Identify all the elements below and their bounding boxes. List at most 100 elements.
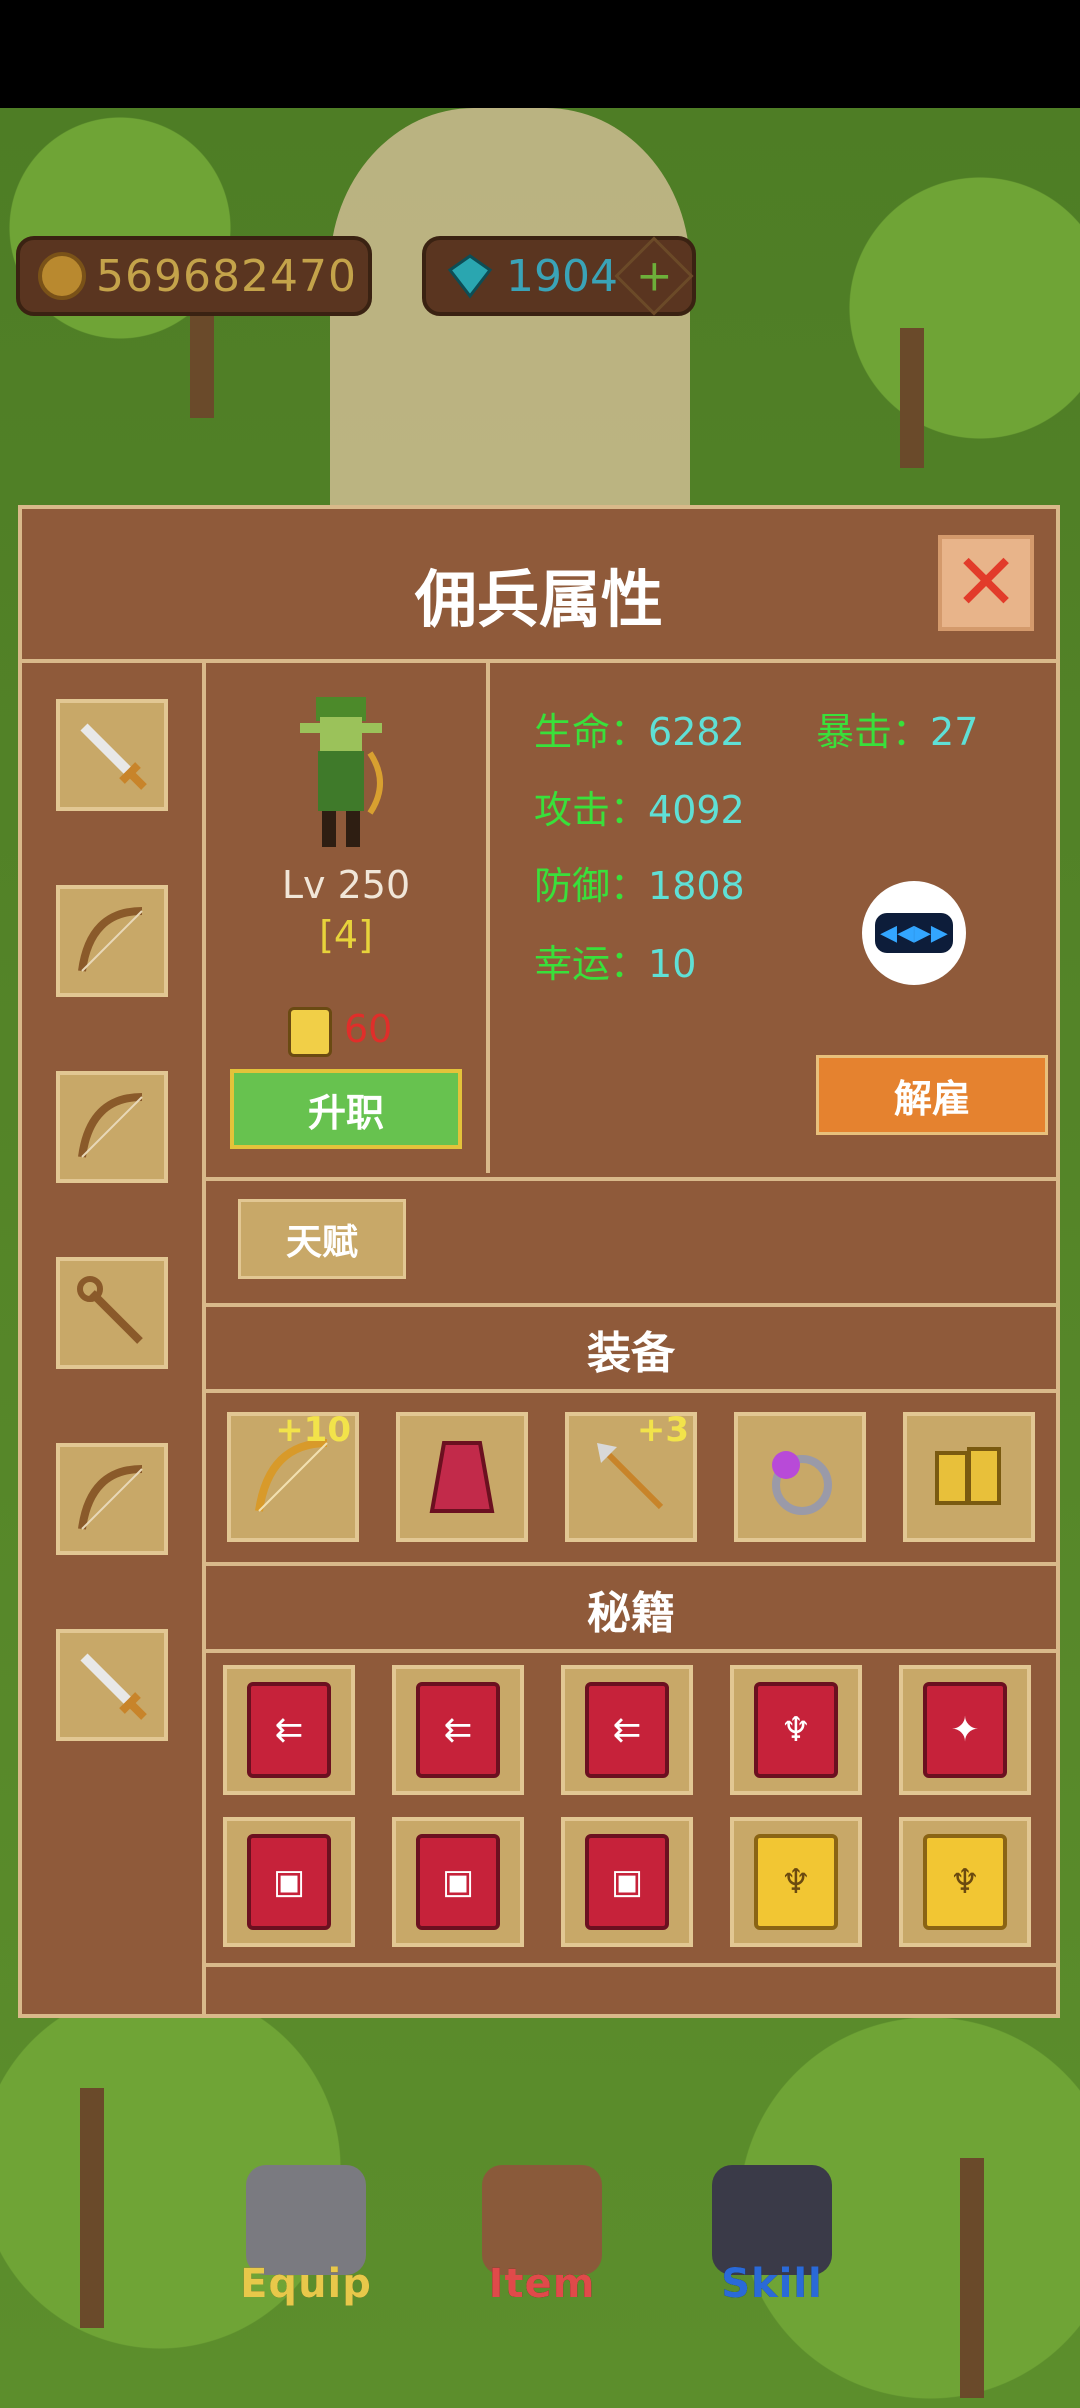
divider	[206, 1562, 1056, 1566]
dismiss-button[interactable]: 解雇	[816, 1055, 1048, 1135]
mercenary-slot[interactable]	[56, 885, 168, 997]
secrets-title: 秘籍	[587, 1588, 675, 1639]
equipment-slot-ring[interactable]	[734, 1412, 866, 1542]
stat-defense-value: 1808	[648, 864, 745, 908]
gem-counter: 1904 +	[422, 236, 696, 316]
secret-book-slot[interactable]: ✦	[899, 1665, 1031, 1795]
tree-trunk	[900, 328, 924, 468]
gem-icon	[447, 254, 493, 299]
armor-icon	[246, 2165, 366, 2275]
hero-level: Lv 250	[281, 863, 411, 907]
battle-book-icon: ▣	[247, 1834, 331, 1930]
mercenary-slot[interactable]	[56, 1071, 168, 1183]
arrow-book-icon: ⇇	[585, 1682, 669, 1778]
secret-book-slot[interactable]: ⇇	[223, 1665, 355, 1795]
stat-defense-label: 防御：	[534, 864, 649, 908]
battle-book-icon: ▣	[416, 1834, 500, 1930]
stat-crit-label: 暴击：	[816, 710, 931, 754]
gold-rune-book-icon: ♆	[754, 1834, 838, 1930]
assistant-icon: ◀◀▶▶	[875, 913, 953, 953]
secret-book-slot[interactable]: ♆	[899, 1817, 1031, 1947]
enhance-level: +3	[636, 1410, 689, 1450]
add-gems-button[interactable]: +	[614, 236, 694, 316]
boots-icon	[935, 1447, 1001, 1505]
staff-icon	[77, 1276, 143, 1344]
stat-hp: 生命：6282	[534, 701, 745, 756]
hero-rank: [4]	[319, 913, 373, 957]
panel-header: 佣兵属性 ✕	[22, 509, 1056, 663]
divider	[206, 1649, 1056, 1653]
bow-icon	[78, 907, 143, 972]
gold-rune-book-icon: ♆	[923, 1834, 1007, 1930]
equipment-slot-boots[interactable]	[903, 1412, 1035, 1542]
mercenary-slot[interactable]	[56, 1257, 168, 1369]
stat-attack-value: 4092	[648, 788, 745, 832]
coin-icon	[38, 252, 86, 300]
close-button[interactable]: ✕	[938, 535, 1034, 631]
equipment-title: 装备	[587, 1328, 675, 1379]
rune-book-icon: ♆	[754, 1682, 838, 1778]
close-icon: ✕	[953, 538, 1019, 628]
stat-hp-label: 生命：	[534, 710, 649, 754]
stat-attack-label: 攻击：	[534, 788, 649, 832]
gold-amount: 569682470	[96, 250, 357, 302]
secret-book-slot[interactable]: ♆	[730, 1665, 862, 1795]
equipment-slot-weapon[interactable]: +10	[227, 1410, 359, 1542]
sword-icon	[80, 723, 147, 790]
mercenary-panel: 佣兵属性 ✕ Lv 250 [4] 60 升职 生命：6282 暴击：27 攻击…	[18, 505, 1060, 2018]
gold-counter: 569682470	[16, 236, 372, 316]
stat-luck-value: 10	[648, 942, 697, 986]
mercenary-slot[interactable]	[56, 1629, 168, 1741]
stat-attack: 攻击：4092	[534, 779, 745, 834]
mercenary-list	[22, 663, 206, 2014]
ring-icon	[772, 1451, 832, 1515]
skill-nav-label: Skill	[721, 2261, 823, 2307]
secret-book-slot[interactable]: ▣	[561, 1817, 693, 1947]
hero-info: Lv 250 [4] 60 升职	[206, 663, 490, 1173]
promotion-cost: 60	[344, 1007, 393, 1051]
stat-crit: 暴击：27	[816, 701, 978, 756]
bow-icon	[78, 1093, 143, 1158]
equipment-slot-armor[interactable]	[396, 1412, 528, 1542]
tree-trunk	[960, 2158, 984, 2398]
arrow-book-icon: ⇇	[416, 1682, 500, 1778]
secret-book-slot[interactable]: ⇇	[561, 1665, 693, 1795]
mercenary-slot[interactable]	[56, 1443, 168, 1555]
item-nav-button[interactable]: Item	[462, 2165, 622, 2325]
magic-book-icon: ✦	[923, 1682, 1007, 1778]
floating-assistant-button[interactable]: ◀◀▶▶	[862, 881, 966, 985]
equip-nav-label: Equip	[240, 2261, 372, 2307]
arrow-book-icon: ⇇	[247, 1682, 331, 1778]
equipment-slot-ammo[interactable]: +3	[565, 1410, 697, 1542]
gem-amount: 1904	[506, 250, 618, 302]
sword-icon	[80, 1653, 147, 1720]
secret-book-slot[interactable]: ▣	[392, 1817, 524, 1947]
stats-box: 生命：6282 暴击：27 攻击：4092 防御：1808 幸运：10 ◀◀▶▶…	[490, 663, 1056, 1173]
bag-icon	[482, 2165, 602, 2275]
status-bar	[0, 0, 1080, 108]
item-nav-label: Item	[488, 2261, 596, 2307]
divider	[206, 1963, 1056, 1967]
talent-button[interactable]: 天赋	[238, 1199, 406, 1279]
cloak-icon	[429, 1441, 495, 1513]
bow-icon	[78, 1465, 143, 1530]
promote-button[interactable]: 升职	[230, 1069, 462, 1149]
stat-hp-value: 6282	[648, 710, 745, 754]
enhance-level: +10	[275, 1410, 351, 1450]
skill-nav-button[interactable]: Skill	[692, 2165, 852, 2325]
battle-book-icon: ▣	[585, 1834, 669, 1930]
talent-row: 天赋	[206, 1177, 1056, 1307]
stat-defense: 防御：1808	[534, 855, 745, 910]
secret-book-slot[interactable]: ♆	[730, 1817, 862, 1947]
stat-luck-label: 幸运：	[534, 942, 649, 986]
elf-archer-sprite	[300, 697, 383, 847]
stat-crit-value: 27	[930, 710, 979, 754]
mercenary-slot[interactable]	[56, 699, 168, 811]
panel-title: 佣兵属性	[414, 563, 663, 636]
tree-trunk	[80, 2088, 104, 2328]
secret-book-slot[interactable]: ⇇	[392, 1665, 524, 1795]
equip-nav-button[interactable]: Equip	[226, 2165, 386, 2325]
plus-icon: +	[635, 250, 673, 301]
secret-book-slot[interactable]: ▣	[223, 1817, 355, 1947]
divider	[206, 1389, 1056, 1393]
